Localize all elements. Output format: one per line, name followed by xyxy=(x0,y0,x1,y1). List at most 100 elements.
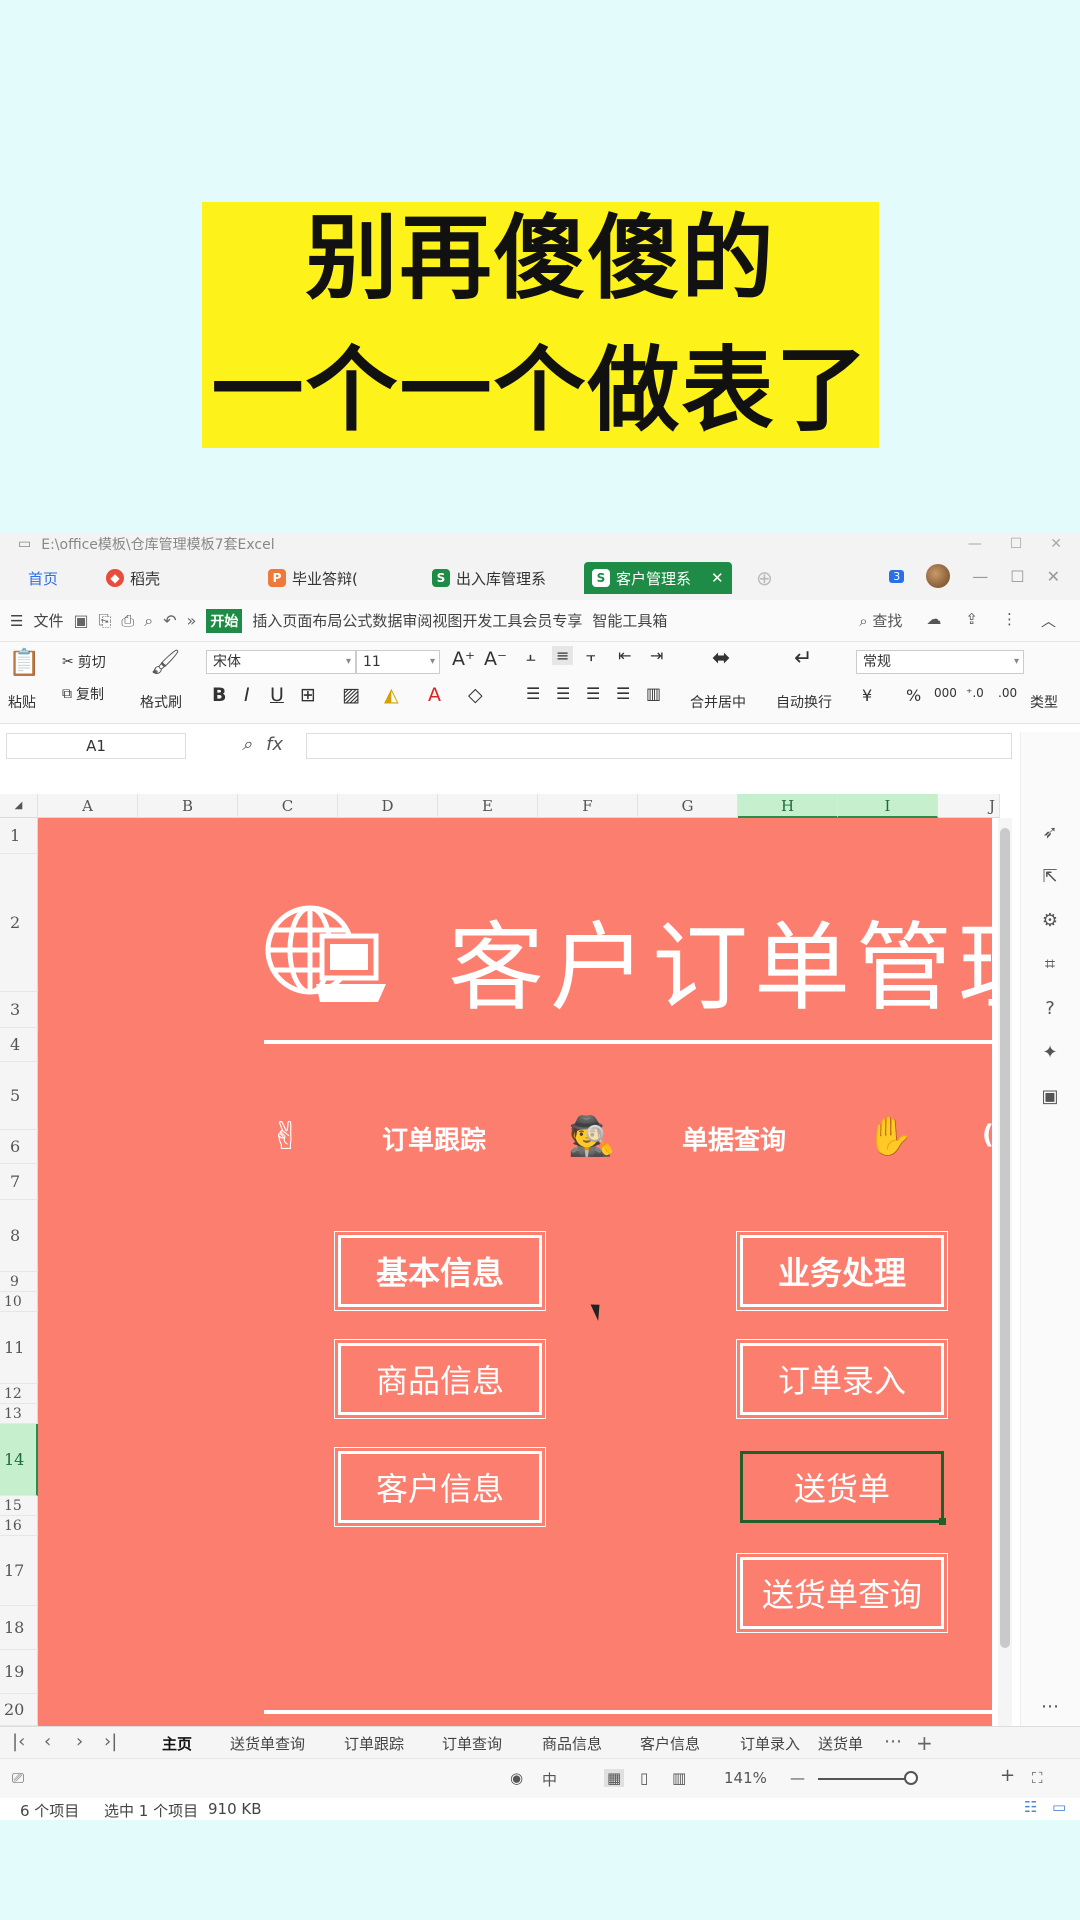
fill-color-icon[interactable]: ◭ xyxy=(384,684,399,706)
add-sheet-icon[interactable]: + xyxy=(916,1731,933,1755)
tab-home[interactable]: 首页 xyxy=(28,562,58,594)
formula-input[interactable] xyxy=(306,733,1012,759)
align-left-icon[interactable]: ☰ xyxy=(526,684,540,703)
row-header[interactable]: 9 xyxy=(0,1272,38,1292)
details-view-icon[interactable]: ☷ xyxy=(1024,1798,1037,1816)
row-header[interactable]: 18 xyxy=(0,1606,38,1650)
minimize-icon[interactable]: — xyxy=(972,567,988,586)
indent-icon[interactable]: ⇥ xyxy=(650,646,663,665)
italic-icon[interactable]: I xyxy=(244,684,250,706)
increase-decimal-icon[interactable]: ⁺.0 xyxy=(966,686,984,700)
align-top-icon[interactable]: ⫠ xyxy=(526,646,536,666)
minimize-icon[interactable]: — xyxy=(968,536,982,552)
select-all-corner[interactable]: ◢ xyxy=(0,794,38,818)
next-sheet-icon[interactable]: › xyxy=(76,1731,83,1752)
eye-protection-icon[interactable]: ◉ xyxy=(510,1769,523,1787)
format-painter-icon[interactable]: 🖌 xyxy=(150,648,180,676)
align-center-icon[interactable]: ☰ xyxy=(556,684,570,703)
zoom-in-icon[interactable]: + xyxy=(1000,1765,1015,1786)
zoom-slider[interactable] xyxy=(818,1778,910,1780)
column-header[interactable]: G xyxy=(638,794,738,818)
window-count-badge[interactable]: 3 xyxy=(889,569,905,583)
thousands-icon[interactable]: 000 xyxy=(934,686,957,700)
underline-icon[interactable]: U xyxy=(270,684,284,706)
product-info-button[interactable]: 商品信息 xyxy=(334,1339,546,1419)
image-tool-icon[interactable]: ▣ xyxy=(1035,1082,1065,1112)
row-header[interactable]: 10 xyxy=(0,1292,38,1312)
sheet-tab[interactable]: 送货单查询 xyxy=(230,1733,305,1754)
row-header[interactable]: 12 xyxy=(0,1384,38,1404)
name-box[interactable]: A1 xyxy=(6,733,186,759)
normal-view-icon[interactable]: ▦ xyxy=(604,1769,625,1787)
sheet-tab[interactable]: 订单录入 xyxy=(740,1733,800,1754)
font-size-select[interactable]: 11 xyxy=(356,650,440,674)
grow-font-icon[interactable]: A⁺ xyxy=(452,648,475,670)
clear-icon[interactable]: ◇ xyxy=(468,684,483,706)
row-header[interactable]: 11 xyxy=(0,1312,38,1384)
tab-docer[interactable]: ◆ 稻壳 xyxy=(106,562,160,594)
cell-style-icon[interactable]: ▨ xyxy=(342,684,360,706)
page-break-icon[interactable]: ▥ xyxy=(672,1769,686,1787)
row-header[interactable]: 17 xyxy=(0,1536,38,1606)
scroll-thumb[interactable] xyxy=(1000,828,1010,1648)
close-icon[interactable]: ✕ xyxy=(1047,567,1060,586)
border-icon[interactable]: ⊞ xyxy=(300,684,316,706)
fullscreen-icon[interactable]: ⛶ xyxy=(1032,1769,1043,1787)
crop-icon[interactable]: ⌗ xyxy=(1035,950,1065,980)
row-header[interactable]: 20 xyxy=(0,1694,38,1726)
menu-start[interactable]: 开始 xyxy=(206,608,243,633)
wrap-text-button[interactable]: 自动换行 xyxy=(776,692,832,712)
decrease-decimal-icon[interactable]: .00 xyxy=(998,686,1017,700)
input-method-icon[interactable]: 中 xyxy=(542,1769,557,1790)
macro-icon[interactable]: ⎚ xyxy=(12,1769,24,1787)
maximize-icon[interactable]: ☐ xyxy=(1010,536,1023,552)
row-header[interactable]: 16 xyxy=(0,1516,38,1536)
menu-file[interactable]: 文件 xyxy=(33,610,63,631)
row-header[interactable]: 6 xyxy=(0,1130,38,1164)
number-format-select[interactable]: 常规 xyxy=(856,650,1024,674)
font-family-select[interactable]: 宋体 xyxy=(206,650,356,674)
row-header[interactable]: 14 xyxy=(0,1424,38,1496)
pointer-icon[interactable]: ⇱ xyxy=(1035,862,1065,892)
wrap-icon[interactable]: ↵ xyxy=(794,646,812,671)
delivery-query-button[interactable]: 送货单查询 xyxy=(736,1553,948,1633)
cut-button[interactable]: ✂ 剪切 xyxy=(62,652,106,672)
help-icon[interactable]: ? xyxy=(1035,994,1065,1024)
export-icon[interactable]: ⎘ xyxy=(99,611,112,631)
customer-info-button[interactable]: 客户信息 xyxy=(334,1447,546,1527)
copy-button[interactable]: ⧉ 复制 xyxy=(62,684,104,704)
distribute-icon[interactable]: ▥ xyxy=(646,684,661,703)
currency-icon[interactable]: ¥ xyxy=(862,686,872,705)
row-header[interactable]: 2 xyxy=(0,854,38,992)
sheet-tab[interactable]: 订单跟踪 xyxy=(344,1733,404,1754)
sheet-tab[interactable]: 客户信息 xyxy=(640,1733,700,1754)
zoom-formula-icon[interactable]: ⌕ xyxy=(242,734,252,755)
search-icon[interactable]: ⌕ 查找 xyxy=(859,610,902,631)
nav-document-query[interactable]: 单据查询 xyxy=(682,1120,786,1157)
sheet-tab[interactable]: 商品信息 xyxy=(542,1733,602,1754)
row-header[interactable]: 19 xyxy=(0,1650,38,1694)
row-header[interactable]: 7 xyxy=(0,1164,38,1200)
collapse-ribbon-icon[interactable]: ︿ xyxy=(1041,610,1056,631)
outdent-icon[interactable]: ⇤ xyxy=(618,646,631,665)
bold-icon[interactable]: B xyxy=(212,684,226,706)
row-header[interactable]: 1 xyxy=(0,818,38,854)
align-right-icon[interactable]: ☰ xyxy=(586,684,600,703)
column-header[interactable]: F xyxy=(538,794,638,818)
column-header[interactable]: D xyxy=(338,794,438,818)
row-header[interactable]: 8 xyxy=(0,1200,38,1272)
tab-customer[interactable]: S 客户管理系 ✕ xyxy=(584,562,732,594)
sheet-tab[interactable]: 送货单 xyxy=(818,1733,878,1754)
share-icon[interactable]: ⇪ xyxy=(965,610,978,631)
paste-icon[interactable]: 📋 xyxy=(8,648,40,678)
last-sheet-icon[interactable]: ›| xyxy=(104,1731,117,1752)
nav-partial-label[interactable]: ( xyxy=(982,1120,992,1150)
row-header[interactable]: 5 xyxy=(0,1062,38,1130)
percent-icon[interactable]: % xyxy=(906,686,921,705)
sheet-tab[interactable]: 订单查询 xyxy=(442,1733,502,1754)
print-icon[interactable]: ⎙ xyxy=(121,611,134,631)
merge-icon[interactable]: ⬌ xyxy=(712,646,730,671)
fx-button[interactable]: fx xyxy=(266,734,283,755)
row-header[interactable]: 4 xyxy=(0,1028,38,1062)
type-convert-button[interactable]: 类型 xyxy=(1030,692,1058,712)
